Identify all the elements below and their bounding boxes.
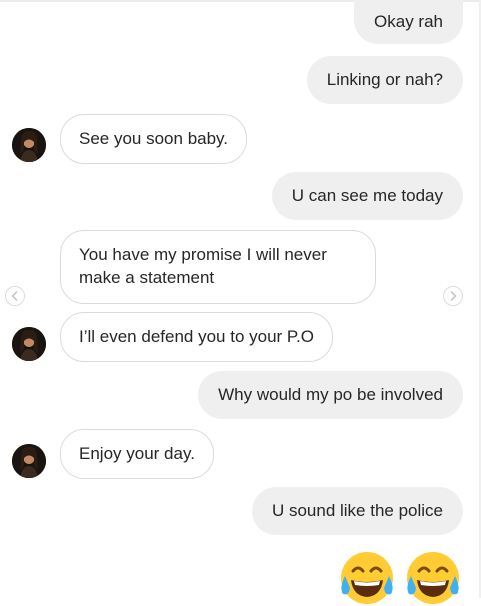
contact-avatar[interactable]: [12, 128, 46, 162]
message-text: U sound like the police: [271, 501, 443, 520]
message-outgoing[interactable]: Okay rah: [354, 0, 463, 44]
message-outgoing[interactable]: Why would my po be involved: [198, 371, 463, 419]
message-outgoing[interactable]: U sound like the police: [251, 487, 463, 535]
message-outgoing[interactable]: U can see me today: [271, 172, 463, 220]
message-incoming[interactable]: You have my promise I will never make a …: [60, 230, 376, 304]
message-text: See you soon baby.: [79, 129, 229, 148]
message-incoming[interactable]: Enjoy your day.: [60, 429, 214, 479]
chevron-right-icon: [450, 291, 457, 301]
chevron-left-icon: [11, 291, 18, 301]
message-text: Why would my po be involved: [218, 385, 443, 404]
message-text: U can see me today: [291, 186, 443, 205]
message-text: Linking or nah?: [326, 70, 443, 89]
previous-button[interactable]: [5, 286, 25, 306]
message-text: I’ll even defend you to your P.O: [79, 327, 315, 346]
message-outgoing[interactable]: Linking or nah?: [306, 56, 463, 104]
message-incoming[interactable]: See you soon baby.: [60, 114, 248, 164]
contact-avatar[interactable]: [12, 327, 46, 361]
message-text: You have my promise I will never make a …: [79, 245, 327, 287]
next-button[interactable]: [443, 286, 463, 306]
message-text: Okay rah: [374, 12, 443, 31]
message-text: Enjoy your day.: [79, 444, 195, 463]
contact-avatar[interactable]: [12, 444, 46, 478]
message-incoming[interactable]: I’ll even defend you to your P.O: [60, 312, 334, 362]
